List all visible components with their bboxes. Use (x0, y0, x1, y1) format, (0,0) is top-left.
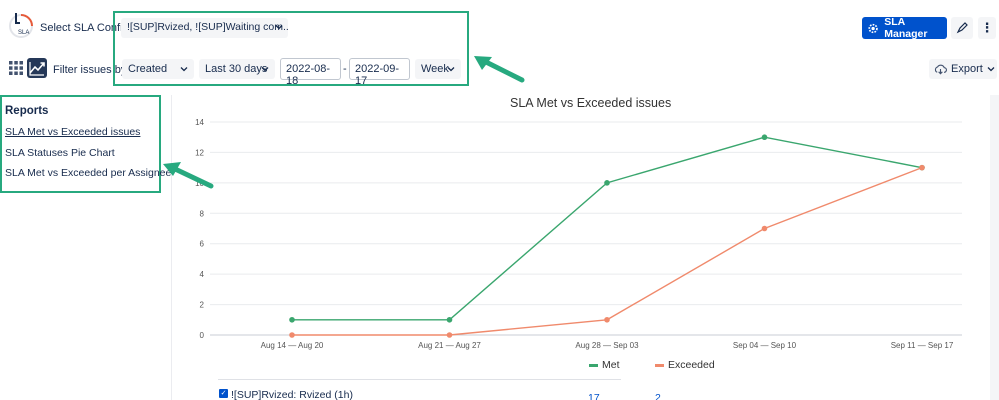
field-select[interactable]: Created (122, 59, 194, 79)
x-tick-label: Aug 28 — Sep 03 (575, 341, 639, 350)
gear-icon (868, 23, 878, 33)
table-row-met-count[interactable]: 17 (588, 392, 600, 400)
more-options-button[interactable]: ⋮ (978, 17, 996, 39)
sla-logo-icon: SLA (9, 13, 33, 38)
table-row-label: ![SUP]Rvized: Rvized (1h) (231, 389, 353, 400)
date-to-input[interactable]: 2022-09-17 (349, 58, 410, 87)
date-separator: - (343, 63, 347, 75)
y-tick-label: 12 (195, 148, 204, 157)
granularity-select[interactable]: Week (415, 59, 461, 79)
sla-manager-button[interactable]: SLA Manager (862, 16, 947, 40)
date-from-input[interactable]: 2022-08-18 (280, 58, 341, 87)
data-point-met (446, 316, 453, 323)
chevron-down-icon (261, 64, 269, 76)
legend-item-exceeded[interactable]: Exceeded (655, 359, 715, 371)
data-point-exceeded (289, 332, 295, 338)
row-checkbox[interactable]: ✓ (219, 389, 228, 398)
range-select[interactable]: Last 30 days (199, 59, 275, 79)
data-point-exceeded (919, 164, 925, 171)
annotation-arrow-left (163, 162, 214, 189)
chart-title: SLA Met vs Exceeded issues (510, 96, 672, 110)
cloud-download-icon (934, 64, 947, 74)
chevron-down-icon (180, 64, 188, 76)
legend-swatch-exceeded (655, 363, 664, 367)
report-link-statuses-pie[interactable]: SLA Statuses Pie Chart (5, 147, 115, 159)
range-select-value: Last 30 days (205, 63, 268, 75)
data-point-met (761, 134, 768, 141)
x-tick-label: Aug 21 — Aug 27 (418, 341, 481, 350)
report-link-per-assignee[interactable]: SLA Met vs Exceeded per Assignee (5, 167, 171, 179)
chevron-down-icon (447, 64, 455, 76)
report-link-met-vs-exceeded[interactable]: SLA Met vs Exceeded issues (5, 126, 140, 138)
logo-text: SLA (18, 30, 29, 36)
grid-view-icon[interactable] (7, 59, 25, 77)
data-point-exceeded (761, 225, 768, 232)
series-line-exceeded (292, 166, 923, 336)
granularity-select-value: Week (421, 63, 449, 75)
x-tick-label: Sep 11 — Sep 17 (891, 341, 954, 350)
filter-label: Filter issues by: (53, 64, 130, 76)
legend-item-met[interactable]: Met (589, 359, 620, 371)
line-chart: 02468101214Aug 14 — Aug 20 Aug 21 — Aug 2… (195, 118, 962, 350)
y-tick-label: 14 (195, 118, 204, 127)
data-point-met (604, 180, 610, 186)
legend-label-met: Met (602, 359, 620, 371)
table-divider (218, 379, 621, 380)
legend-label-exceeded: Exceeded (668, 359, 715, 371)
legend-swatch-met (589, 363, 598, 367)
x-tick-label: Sep 04 — Sep 10 (733, 341, 797, 350)
data-point-exceeded (604, 316, 610, 323)
export-button[interactable]: Export (929, 59, 997, 79)
y-tick-label: 6 (200, 240, 205, 249)
reports-title: Reports (5, 105, 49, 117)
chevron-down-icon (987, 67, 995, 72)
rocket-icon (956, 22, 968, 34)
data-point-exceeded (446, 332, 453, 338)
field-select-value: Created (128, 63, 168, 75)
table-row-exceeded-count[interactable]: 2 (655, 392, 661, 400)
series-line-met (292, 136, 923, 321)
chart-view-icon[interactable] (27, 58, 47, 78)
y-tick-label: 0 (200, 331, 205, 340)
rocket-button[interactable] (951, 17, 973, 39)
export-label: Export (951, 63, 983, 75)
y-tick-label: 8 (200, 209, 205, 218)
y-tick-label: 2 (200, 301, 205, 310)
x-tick-label: Aug 14 — Aug 20 (261, 341, 324, 350)
sla-manager-label: SLA Manager (884, 16, 928, 40)
more-vertical-icon: ⋮ (980, 20, 994, 35)
data-point-met (289, 316, 295, 323)
scrollbar[interactable] (990, 95, 999, 400)
y-tick-label: 4 (200, 270, 205, 279)
annotation-arrow-top (474, 56, 525, 83)
